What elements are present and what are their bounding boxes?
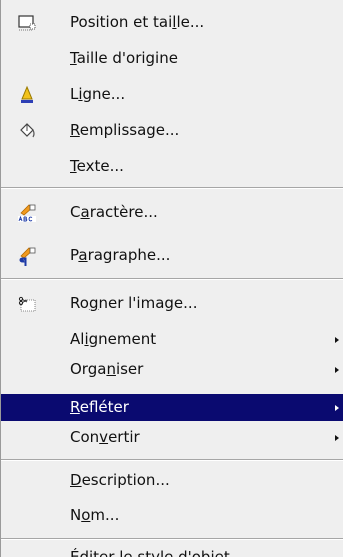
menu-separator: [1, 538, 343, 540]
context-menu: Position et taille... Taille d'origine L…: [0, 0, 343, 557]
menu-separator: [1, 459, 343, 461]
menu-item-character[interactable]: Caractère...: [1, 199, 343, 226]
submenu-arrow-icon: [335, 367, 339, 373]
menu-item-position-size[interactable]: Position et taille...: [1, 9, 343, 36]
menu-item-paragraph[interactable]: Paragraphe...: [1, 242, 343, 269]
menu-separator: [1, 187, 343, 189]
menu-separator: [1, 278, 343, 280]
line-icon: [17, 85, 37, 105]
character-icon: [17, 203, 37, 223]
menu-item-original-size[interactable]: Taille d'origine: [1, 45, 343, 72]
menu-item-description[interactable]: Description...: [1, 467, 343, 494]
menu-item-flip[interactable]: Refléter: [1, 394, 343, 421]
menu-item-fill[interactable]: Remplissage...: [1, 117, 343, 144]
menu-item-convert[interactable]: Convertir: [1, 424, 343, 451]
submenu-arrow-icon: [335, 337, 339, 343]
fill-bucket-icon: [17, 121, 37, 141]
menu-item-text[interactable]: Texte...: [1, 153, 343, 180]
paragraph-icon: [17, 246, 37, 266]
menu-item-crop-image[interactable]: Rogner l'image...: [1, 290, 343, 317]
menu-item-arrange[interactable]: Organiser: [1, 356, 343, 383]
submenu-arrow-icon: [335, 435, 339, 441]
menu-item-line[interactable]: Ligne...: [1, 81, 343, 108]
menu-item-edit-object-style[interactable]: Éditer le style d'objet: [1, 544, 343, 557]
menu-item-alignment[interactable]: Alignement: [1, 326, 343, 353]
submenu-arrow-icon: [335, 405, 339, 411]
crop-icon: [17, 294, 37, 314]
menu-item-name[interactable]: Nom...: [1, 502, 343, 529]
position-size-icon: [17, 13, 37, 33]
